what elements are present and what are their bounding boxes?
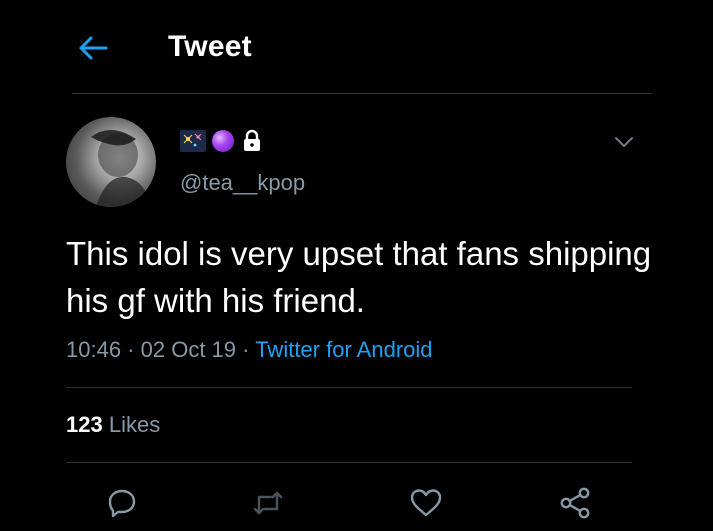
like-button[interactable] xyxy=(408,485,444,521)
avatar[interactable] xyxy=(66,117,156,207)
crystal-ball-emoji xyxy=(212,130,234,152)
user-handle[interactable]: @tea__kpop xyxy=(180,170,305,196)
display-name[interactable] xyxy=(180,126,264,156)
back-button[interactable] xyxy=(74,30,112,66)
tweet-text: This idol is very upset that fans shippi… xyxy=(66,235,652,319)
fireworks-emoji xyxy=(180,130,206,152)
likes-count: 123 xyxy=(66,412,103,437)
arrow-left-icon xyxy=(79,36,108,60)
meta-separator: · xyxy=(242,337,250,362)
tweet-date: 02 Oct 19 xyxy=(140,337,237,362)
like-icon xyxy=(410,489,442,517)
share-button[interactable] xyxy=(557,485,593,521)
retweet-button[interactable] xyxy=(250,485,286,521)
retweet-icon xyxy=(253,491,283,515)
likes-label: Likes xyxy=(108,412,161,437)
reply-button[interactable] xyxy=(104,485,140,521)
divider xyxy=(66,462,632,463)
tweet-options-button[interactable] xyxy=(610,130,638,154)
chevron-down-icon xyxy=(615,137,633,147)
divider xyxy=(66,387,632,388)
tweet-meta: 10:46 · 02 Oct 19 · Twitter for Android xyxy=(66,337,433,363)
share-icon xyxy=(560,487,590,519)
reply-icon xyxy=(108,489,136,518)
page-title: Tweet xyxy=(168,30,252,63)
tweet-time: 10:46 xyxy=(66,337,122,362)
meta-separator: · xyxy=(127,337,135,362)
header-divider xyxy=(72,93,652,94)
top-bar: Tweet xyxy=(0,0,713,95)
lock-icon xyxy=(240,129,264,153)
likes-link[interactable]: 123 Likes xyxy=(66,412,160,438)
tweet-source-link[interactable]: Twitter for Android xyxy=(255,337,432,362)
avatar-image xyxy=(91,129,151,207)
